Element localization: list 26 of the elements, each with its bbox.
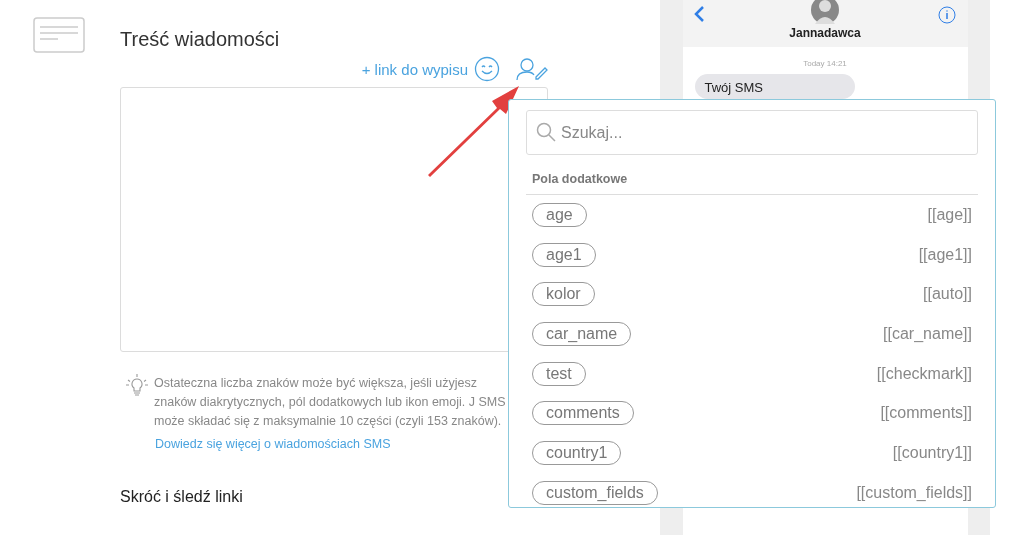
unsubscribe-link[interactable]: + link do wypisu [361,60,468,78]
field-tag[interactable]: [[car_name]] [883,324,972,343]
message-bubble: Twój SMS [694,74,855,99]
hint-text: Ostateczna liczba znaków może być większa, jeśli użyjesz znaków diakrytycznych, pól dodatkowych lub ikon emoji. J SMS może składać się z maksymalnie 10 części (czyli 153 znaków). [154,375,506,430]
field-tag[interactable]: [[auto]] [923,285,972,304]
message-time: Today 14:21 [802,59,848,68]
emoji-icon[interactable] [474,56,500,82]
message-icon [33,17,85,53]
search-icon [536,122,556,142]
field-tag[interactable]: [[country1]] [892,443,972,462]
info-icon[interactable] [937,6,956,24]
section-title: Skróć i śledź linki [120,488,243,506]
field-tag[interactable]: [[age1]] [918,245,972,264]
person-edit-icon[interactable] [516,57,550,81]
field-tag[interactable]: [[checkmark]] [876,364,972,383]
learn-more-link[interactable]: Dowiedz się więcej o wiadomościach SMS [155,437,391,451]
contact-name: Jannadawca [789,26,861,40]
avatar-icon [811,0,839,24]
back-icon[interactable] [692,5,705,23]
field-tag[interactable]: [[comments]] [880,404,972,423]
lightbulb-icon [126,374,148,398]
search-field[interactable]: Szukaj... [526,110,978,155]
field-tag[interactable]: [[custom_fields]] [856,483,972,502]
section-title: Treść wiadomości [120,28,280,51]
section-heading: Pola dodatkowe [532,172,628,186]
field-tag[interactable]: [[age]] [927,205,972,224]
